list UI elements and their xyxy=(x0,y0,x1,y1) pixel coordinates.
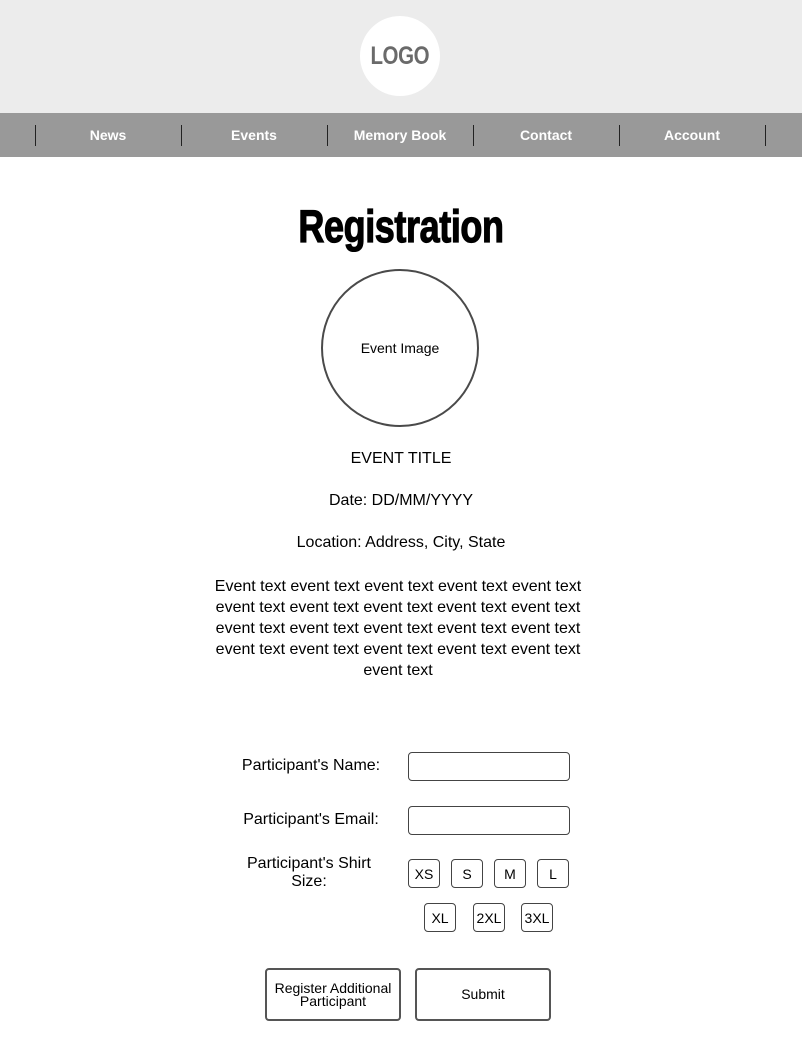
page-title: Registration xyxy=(298,200,505,252)
submit-button[interactable]: Submit xyxy=(415,968,551,1021)
event-image: Event Image xyxy=(321,269,479,427)
logo-text: LOGO xyxy=(370,41,430,70)
nav-item-contact[interactable]: Contact xyxy=(473,113,619,157)
event-description: Event text event text event text event t… xyxy=(214,578,582,679)
nav-item-memory-book[interactable]: Memory Book xyxy=(327,113,473,157)
nav-divider xyxy=(765,125,766,146)
event-title: EVENT TITLE xyxy=(350,450,452,467)
submit-label: Submit xyxy=(461,986,505,1002)
event-location: Location: Address, City, State xyxy=(296,534,506,551)
email-input[interactable] xyxy=(408,806,570,835)
shirt-size-xs-button[interactable]: XS xyxy=(408,859,440,888)
nav-item-events[interactable]: Events xyxy=(181,113,327,157)
shirt-size-label: Participant's Shirt Size: xyxy=(247,855,371,890)
nav-item-account[interactable]: Account xyxy=(619,113,765,157)
shirt-size-l-button[interactable]: L xyxy=(537,859,569,888)
shirt-size-xl-button[interactable]: XL xyxy=(424,903,456,932)
shirt-size-3xl-button[interactable]: 3XL xyxy=(521,903,553,932)
logo[interactable]: LOGO xyxy=(360,16,440,96)
shirt-size-s-button[interactable]: S xyxy=(451,859,483,888)
name-input[interactable] xyxy=(408,752,570,781)
register-additional-button[interactable]: Register Additional Participant xyxy=(265,968,401,1021)
register-additional-label: Register Additional Participant xyxy=(274,979,392,1009)
header: LOGO xyxy=(0,0,802,113)
event-image-label: Event Image xyxy=(360,340,440,356)
event-date: Date: DD/MM/YYYY xyxy=(328,492,474,509)
nav-bar: News Events Memory Book Contact Account xyxy=(0,113,802,157)
shirt-size-m-button[interactable]: M xyxy=(494,859,526,888)
shirt-size-2xl-button[interactable]: 2XL xyxy=(473,903,505,932)
email-label: Participant's Email: xyxy=(243,811,379,828)
nav-item-news[interactable]: News xyxy=(35,113,181,157)
name-label: Participant's Name: xyxy=(241,757,381,774)
